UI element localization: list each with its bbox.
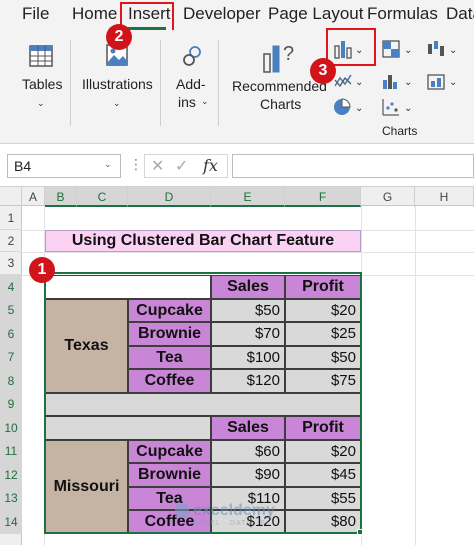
tab-file[interactable]: File xyxy=(22,4,49,24)
gridline xyxy=(415,206,416,545)
table-icon[interactable] xyxy=(28,44,54,73)
row-header-4[interactable]: 4 xyxy=(0,275,22,299)
scatter-chart-icon[interactable]: ⌄ xyxy=(380,96,414,123)
column-header-a[interactable]: A xyxy=(22,187,45,207)
sheet-title[interactable]: Using Clustered Bar Chart Feature xyxy=(45,230,361,252)
svg-text:⌄: ⌄ xyxy=(449,77,457,88)
svg-text:⌄: ⌄ xyxy=(355,103,362,114)
callout-badge-3: 3 xyxy=(310,58,336,84)
selection-range xyxy=(44,272,362,534)
charts-group-label: Charts xyxy=(382,124,418,138)
tables-chevron-icon[interactable]: ⌄ xyxy=(37,98,45,109)
row-header-13[interactable]: 13 xyxy=(0,487,22,510)
recommended-charts-icon[interactable]: ? xyxy=(262,40,298,79)
addins-label-line2[interactable]: ins xyxy=(178,94,196,110)
select-all-corner[interactable] xyxy=(0,187,22,207)
svg-text:?: ? xyxy=(283,43,294,65)
watermark-logo: exceldemy EXCEL · DATA · BI xyxy=(175,502,275,527)
formula-buttons: ✕ ✓ fx xyxy=(144,154,228,178)
illustrations-chevron-icon[interactable]: ⌄ xyxy=(113,98,121,109)
row-header-11[interactable]: 11 xyxy=(0,440,22,463)
addins-icon[interactable] xyxy=(181,44,205,73)
watermark-icon xyxy=(175,504,189,518)
formula-input[interactable] xyxy=(232,154,474,178)
column-header-b[interactable]: B xyxy=(45,187,77,207)
column-header-f[interactable]: F xyxy=(285,187,361,207)
illustrations-label[interactable]: Illustrations xyxy=(82,76,153,92)
svg-text:⌄: ⌄ xyxy=(449,45,457,56)
statistic-chart-icon[interactable]: ⌄ xyxy=(380,70,414,97)
ribbon-separator xyxy=(160,40,161,126)
name-box-chevron-icon[interactable]: ⌄ xyxy=(104,159,112,170)
recommended-charts-label-line2[interactable]: Charts xyxy=(260,96,301,112)
row-header-6[interactable]: 6 xyxy=(0,322,22,346)
row-header-2[interactable]: 2 xyxy=(0,230,22,252)
formula-bar: B4 ⌄ ⋮ ✕ ✓ fx xyxy=(0,144,474,186)
row-header-8[interactable]: 8 xyxy=(0,369,22,393)
fill-handle[interactable] xyxy=(357,529,363,535)
column-header-d[interactable]: D xyxy=(128,187,211,207)
tab-formulas[interactable]: Formulas xyxy=(367,4,438,24)
row-header-12[interactable]: 12 xyxy=(0,463,22,487)
ribbon-separator xyxy=(70,40,71,126)
row-header-3[interactable]: 3 xyxy=(0,252,22,275)
svg-text:⌄: ⌄ xyxy=(404,45,412,56)
svg-text:⌄: ⌄ xyxy=(355,77,362,88)
watermark-subtext: EXCEL · DATA · BI xyxy=(193,520,269,527)
callout-badge-1: 1 xyxy=(29,257,55,283)
recommended-charts-label-line1[interactable]: Recommended xyxy=(232,78,327,94)
hierarchy-chart-icon[interactable]: ⌄ xyxy=(380,38,414,65)
row-header-1[interactable]: 1 xyxy=(0,206,22,230)
addins-label-line1[interactable]: Add- xyxy=(176,76,206,92)
column-header-e[interactable]: E xyxy=(211,187,285,207)
row-header-14[interactable]: 14 xyxy=(0,510,22,534)
row-headers: 1 2 3 4 5 6 7 8 9 10 11 12 13 14 xyxy=(0,206,22,545)
tables-label[interactable]: Tables xyxy=(22,76,62,92)
ribbon-separator xyxy=(218,40,219,126)
column-header-c[interactable]: C xyxy=(77,187,128,207)
cancel-icon[interactable]: ✕ xyxy=(151,156,164,176)
row-header-10[interactable]: 10 xyxy=(0,416,22,440)
callout-badge-2: 2 xyxy=(106,24,132,50)
tab-data[interactable]: Data xyxy=(446,4,474,24)
line-chart-icon[interactable]: ⌄ xyxy=(332,70,363,97)
tab-developer[interactable]: Developer xyxy=(183,4,261,24)
waterfall-chart-icon[interactable]: ⌄ xyxy=(425,38,459,65)
svg-text:⌄: ⌄ xyxy=(404,103,412,114)
column-header-h[interactable]: H xyxy=(415,187,474,207)
excel-window: File Home Insert Developer Page Layout F… xyxy=(0,0,474,545)
insert-function-icon[interactable]: fx xyxy=(203,156,218,175)
svg-text:⌄: ⌄ xyxy=(404,77,412,88)
row-header-9[interactable]: 9 xyxy=(0,393,22,416)
column-header-g[interactable]: G xyxy=(361,187,415,207)
tab-home[interactable]: Home xyxy=(72,4,117,24)
column-chart-highlight xyxy=(326,28,376,66)
row-header-7[interactable]: 7 xyxy=(0,346,22,369)
gridline xyxy=(22,252,474,253)
ribbon: Tables ⌄ Illustrations ⌄ Add- ins ⌄ ? Re… xyxy=(0,24,474,144)
addins-chevron-icon[interactable]: ⌄ xyxy=(201,96,209,107)
ribbon-tabs: File Home Insert Developer Page Layout F… xyxy=(0,0,474,33)
pie-chart-icon[interactable]: ⌄ xyxy=(332,96,363,123)
watermark-text: exceldemy xyxy=(193,502,275,519)
enter-icon[interactable]: ✓ xyxy=(175,156,188,176)
more-options-icon: ⋮ xyxy=(129,156,143,172)
tab-page-layout[interactable]: Page Layout xyxy=(268,4,363,24)
row-header-5[interactable]: 5 xyxy=(0,299,22,322)
column-headers: A B C D E F G H xyxy=(0,186,474,207)
combo-chart-icon[interactable]: ⌄ xyxy=(425,70,459,97)
